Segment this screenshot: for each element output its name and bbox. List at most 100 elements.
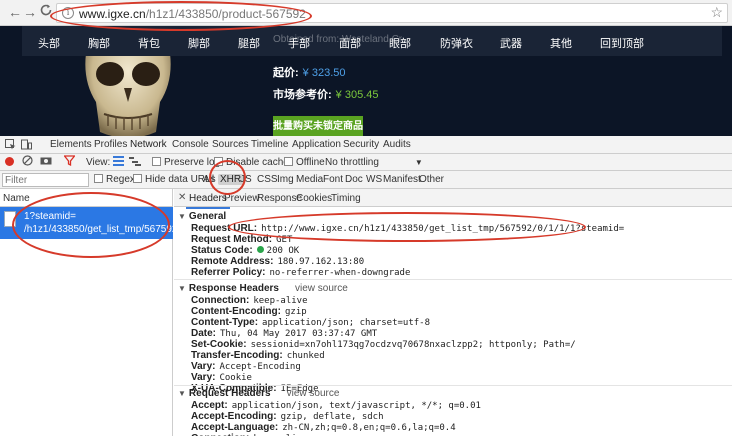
market-price-value: ¥ 305.45 bbox=[335, 89, 379, 101]
header-value: Cookie bbox=[219, 373, 252, 383]
tab-application[interactable]: Application bbox=[292, 139, 341, 150]
large-rows-icon[interactable] bbox=[113, 156, 124, 169]
header-value: chunked bbox=[286, 351, 325, 361]
filter-input[interactable] bbox=[2, 173, 89, 187]
status-ok-icon bbox=[256, 246, 264, 253]
preserve-log-checkbox[interactable]: Preserve log bbox=[152, 157, 220, 168]
device-toolbar-icon[interactable] bbox=[20, 139, 32, 151]
header-key: Date: bbox=[191, 328, 217, 339]
overview-icon[interactable] bbox=[129, 156, 141, 169]
clear-icon[interactable] bbox=[22, 155, 33, 169]
tab-network[interactable]: Network bbox=[130, 139, 167, 150]
tab-cookies[interactable]: Cookies bbox=[296, 193, 332, 204]
checkbox-box bbox=[133, 174, 142, 183]
divider bbox=[174, 385, 732, 386]
response-headers-section-title[interactable]: ▼ Response Headers view source bbox=[178, 283, 348, 294]
filter-type-manifest[interactable]: Manifest bbox=[383, 174, 421, 185]
tab-preview[interactable]: Preview bbox=[224, 193, 260, 204]
nav-item-feet[interactable]: 脚部 bbox=[188, 35, 210, 51]
request-headers-section-title[interactable]: ▼ Request Headers view source bbox=[178, 388, 339, 399]
filter-type-css[interactable]: CSS bbox=[257, 174, 278, 185]
inspect-icon[interactable] bbox=[4, 139, 16, 151]
file-icon bbox=[4, 211, 16, 227]
tab-elements[interactable]: Elements bbox=[50, 139, 92, 150]
filter-type-ws[interactable]: WS bbox=[366, 174, 382, 185]
header-key: Status Code: bbox=[191, 245, 253, 256]
throttling-select[interactable]: No throttling ▼ bbox=[325, 157, 423, 168]
offline-checkbox[interactable]: Offline bbox=[284, 157, 325, 168]
header-row: Accept-Language: zh-CN,zh;q=0.8,en;q=0.6,… bbox=[191, 422, 456, 433]
response-headers-title-text: Response Headers bbox=[188, 283, 279, 294]
page-info-icon[interactable]: i bbox=[62, 7, 74, 19]
address-bar[interactable]: i www.igxe.cn/h1z1/433850/product-567592… bbox=[56, 3, 728, 23]
filter-type-font[interactable]: Font bbox=[323, 174, 343, 185]
checkbox-box bbox=[284, 157, 293, 166]
nav-item-chest[interactable]: 胸部 bbox=[88, 35, 110, 51]
header-row: Date: Thu, 04 May 2017 03:37:47 GMT bbox=[191, 328, 377, 339]
camera-icon[interactable] bbox=[40, 155, 52, 169]
filter-funnel-icon[interactable] bbox=[63, 155, 76, 169]
view-source-link[interactable]: view source bbox=[295, 283, 348, 294]
header-key: Content-Encoding: bbox=[191, 306, 281, 317]
header-value: 200 OK bbox=[266, 246, 300, 256]
tab-headers[interactable]: Headers bbox=[186, 193, 230, 209]
filter-type-doc[interactable]: Doc bbox=[345, 174, 363, 185]
bookmark-star-icon[interactable]: ☆ bbox=[710, 4, 723, 21]
request-headers-title-text: Request Headers bbox=[188, 388, 271, 399]
obtained-from-text: Obtained from: Wasteland Cr... bbox=[273, 34, 410, 45]
expand-triangle-icon: ▼ bbox=[178, 284, 186, 293]
nav-item-head[interactable]: 头部 bbox=[38, 35, 60, 51]
header-value: 180.97.162.13:80 bbox=[277, 257, 365, 267]
request-row-selected[interactable]: 1?steamid= /h1z1/433850/get_list_tmp/567… bbox=[0, 207, 205, 239]
general-section-title[interactable]: ▼ General bbox=[178, 211, 226, 222]
header-value: no-referrer-when-downgrade bbox=[269, 268, 411, 278]
network-filter-bar: Regex Hide data URLs All XHR JS CSS Img … bbox=[0, 171, 732, 189]
tab-timing[interactable]: Timing bbox=[331, 193, 361, 204]
devtools-tabbar: Elements Profiles Network Console Source… bbox=[0, 136, 732, 154]
divider bbox=[174, 279, 732, 280]
headers-panel: ▼ General Request URL: http://www.igxe.cn/… bbox=[174, 207, 732, 436]
nav-item-backpack[interactable]: 背包 bbox=[138, 35, 160, 51]
tab-timeline[interactable]: Timeline bbox=[251, 139, 288, 150]
nav-item-legs[interactable]: 腿部 bbox=[238, 35, 260, 51]
regex-checkbox[interactable]: Regex bbox=[94, 174, 135, 185]
nav-item-other[interactable]: 其他 bbox=[550, 35, 572, 51]
header-value: http://www.igxe.cn/h1z1/433850/get_list_… bbox=[261, 224, 625, 234]
record-icon[interactable] bbox=[5, 157, 14, 166]
filter-type-all[interactable]: All bbox=[203, 174, 214, 185]
close-icon[interactable]: ✕ bbox=[178, 192, 186, 203]
filter-type-js[interactable]: JS bbox=[240, 174, 252, 185]
reload-icon[interactable] bbox=[37, 3, 55, 21]
header-value: GET bbox=[276, 235, 293, 245]
filter-type-other[interactable]: Other bbox=[419, 174, 444, 185]
view-source-link[interactable]: view source bbox=[287, 388, 340, 399]
tab-profiles[interactable]: Profiles bbox=[94, 139, 127, 150]
header-key: Remote Address: bbox=[191, 256, 274, 267]
tab-audits[interactable]: Audits bbox=[383, 139, 411, 150]
header-value: sessionid=xn7ohl173qg7ocdzvq70678nxaclzp… bbox=[250, 340, 576, 350]
header-row: Accept: application/json, text/javascript… bbox=[191, 400, 481, 411]
name-column-header[interactable]: Name bbox=[0, 189, 173, 207]
network-toolbar: View: Preserve log Disable cache Offline… bbox=[0, 154, 732, 171]
tab-security[interactable]: Security bbox=[343, 139, 379, 150]
nav-item-back-to-top[interactable]: 回到顶部 bbox=[600, 35, 644, 51]
disable-cache-checkbox[interactable]: Disable cache bbox=[214, 157, 289, 168]
nav-item-weapons[interactable]: 武器 bbox=[500, 35, 522, 51]
checkbox-box bbox=[214, 157, 223, 166]
start-price-value: ¥ 323.50 bbox=[302, 67, 346, 79]
nav-item-armor[interactable]: 防弹衣 bbox=[440, 35, 473, 51]
tab-sources[interactable]: Sources bbox=[212, 139, 249, 150]
bulk-buy-button[interactable]: 批量购买未锁定商品 bbox=[273, 116, 363, 136]
header-value: application/json, text/javascript, */*; … bbox=[231, 401, 481, 411]
header-key: Vary: bbox=[191, 361, 216, 372]
filter-type-media[interactable]: Media bbox=[296, 174, 323, 185]
filter-type-img[interactable]: Img bbox=[277, 174, 294, 185]
status-code-row: Status Code: 200 OK bbox=[191, 245, 299, 256]
expand-triangle-icon: ▼ bbox=[178, 212, 186, 221]
url-path: /h1z1/433850/product-567592 bbox=[145, 7, 306, 21]
remote-address-row: Remote Address: 180.97.162.13:80 bbox=[191, 256, 364, 267]
dropdown-arrow-icon: ▼ bbox=[414, 158, 423, 167]
header-key: Accept-Encoding: bbox=[191, 411, 277, 422]
request-name-line1: 1?steamid= bbox=[24, 211, 76, 222]
tab-console[interactable]: Console bbox=[172, 139, 209, 150]
